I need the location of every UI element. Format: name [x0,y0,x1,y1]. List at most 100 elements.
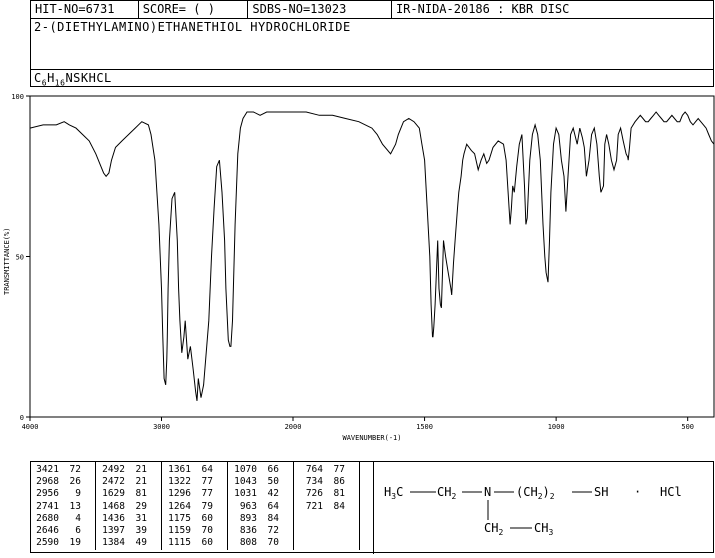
peak-row: 2492 21 [101,464,147,476]
peak-wavenumber: 2646 [36,525,59,537]
struct-paren-ch: (CH [516,485,538,499]
svg-text:H3C: H3C [384,485,403,501]
peak-wavenumber: 3421 [36,464,59,475]
peak-column-divider [95,462,96,550]
peak-transmittance: 84 [333,500,345,512]
peak-transmittance: 77 [201,476,213,488]
peak-row: 893 84 [233,513,279,525]
peak-row: 1629 81 [101,488,147,500]
peak-transmittance: 81 [135,488,147,500]
peak-wavenumber: 1436 [102,512,125,524]
plot-frame [29,95,715,418]
peak-row: 1043 50 [233,476,279,488]
peak-wavenumber: 1397 [102,525,125,537]
peak-column-divider [293,462,294,550]
peak-row: 1436 31 [101,513,147,525]
peak-wavenumber: 1264 [168,500,191,512]
x-tick-label: 500 [681,423,694,431]
peak-row: 3421 72 [35,464,81,476]
x-tick-label: 2000 [285,423,302,431]
peak-row: 836 72 [233,525,279,537]
peak-wavenumber: 1322 [168,476,191,488]
struct-ch3: CH [534,521,548,535]
peak-transmittance: 42 [267,488,279,500]
peak-row: 1175 60 [167,513,213,525]
peak-transmittance: 60 [201,512,213,524]
struct-2: 2 [451,492,456,501]
peak-transmittance: 60 [201,537,213,549]
spectrum-line [29,111,715,401]
peak-wavenumber: 1031 [234,488,257,500]
peak-wavenumber: 734 [305,476,323,488]
peak-row: 2741 13 [35,501,81,513]
struct-h: H [384,485,391,499]
peak-column: 3421 72 2968 26 2956 9 2741 13 2680 4 2646 6 2590 19 [35,464,81,549]
struct-3b: 3 [548,528,553,537]
struct-paren-2b: 2 [550,492,555,501]
peak-column: 764 77 734 86 726 81 721 84 [299,464,345,513]
peak-row: 2956 9 [35,488,81,500]
struct-n: N [484,485,491,499]
svg-text:(CH2)2: (CH2)2 [516,485,555,501]
peak-transmittance: 72 [69,464,81,475]
svg-text:CH3: CH3 [534,521,553,537]
peak-wavenumber: 2472 [102,476,125,488]
peak-transmittance: 77 [201,488,213,500]
struct-ch: CH [437,485,451,499]
structure-panel: H3C CH2 N (CH2)2 SH · HCl CH2 CH3 [373,462,715,554]
peak-row: 2968 26 [35,476,81,488]
peak-column: 2492 21 2472 21 1629 81 1468 29 1436 31 1397 39 1384… [101,464,147,549]
peak-wavenumber: 2741 [36,500,59,512]
peak-row: 2472 21 [101,476,147,488]
peak-transmittance: 64 [201,464,213,475]
peak-transmittance: 26 [69,476,81,488]
peak-transmittance: 49 [135,537,147,549]
peak-row: 1361 64 [167,464,213,476]
peak-column-divider [161,462,162,550]
peak-wavenumber: 1296 [168,488,191,500]
peak-wavenumber: 726 [305,488,323,500]
peak-wavenumber: 2680 [36,512,59,524]
peak-transmittance: 84 [267,512,279,524]
peak-transmittance: 39 [135,525,147,537]
struct-ch-b: CH [484,521,498,535]
peak-transmittance: 19 [69,537,81,549]
peak-transmittance: 21 [135,464,147,475]
peak-wavenumber: 808 [239,537,257,549]
peak-wavenumber: 893 [239,512,257,524]
peak-row: 1397 39 [101,525,147,537]
peak-row: 1159 70 [167,525,213,537]
peak-wavenumber: 1468 [102,500,125,512]
peak-row: 1264 79 [167,501,213,513]
peak-wavenumber: 2956 [36,488,59,500]
peak-transmittance: 4 [75,512,81,524]
struct-paren-close: ) [543,485,550,499]
peak-transmittance: 29 [135,500,147,512]
peak-wavenumber: 764 [305,464,323,475]
ir-spectrum-chart: 4000 3000 2000 1500 1000 500100500 TRANSMITTA… [3,93,715,442]
peak-wavenumber: 2492 [102,464,125,475]
peak-wavenumber: 1043 [234,476,257,488]
peak-wavenumber: 2590 [36,537,59,549]
peak-wavenumber: 2968 [36,476,59,488]
peak-row: 1031 42 [233,488,279,500]
struct-2b: 2 [498,528,503,537]
peak-wavenumber: 1159 [168,525,191,537]
peak-transmittance: 21 [135,476,147,488]
peak-column: 1070 66 1043 50 1031 42 963 64 893 84 836 72 808 70 [233,464,279,549]
peak-transmittance: 64 [267,500,279,512]
peak-row: 963 64 [233,501,279,513]
peak-row: 1468 29 [101,501,147,513]
peak-transmittance: 86 [333,476,345,488]
svg-text:CH2: CH2 [437,485,456,501]
x-axis-label: WAVENUMBER(-1) [342,434,401,442]
struct-sh: SH [594,485,608,499]
peak-wavenumber: 1629 [102,488,125,500]
x-tick-label: 1500 [416,423,433,431]
peak-row: 1070 66 [233,464,279,476]
peak-wavenumber: 963 [239,500,257,512]
peak-row: 2590 19 [35,537,81,549]
peak-column-divider [359,462,360,550]
peak-row: 1322 77 [167,476,213,488]
peak-wavenumber: 1070 [234,464,257,475]
